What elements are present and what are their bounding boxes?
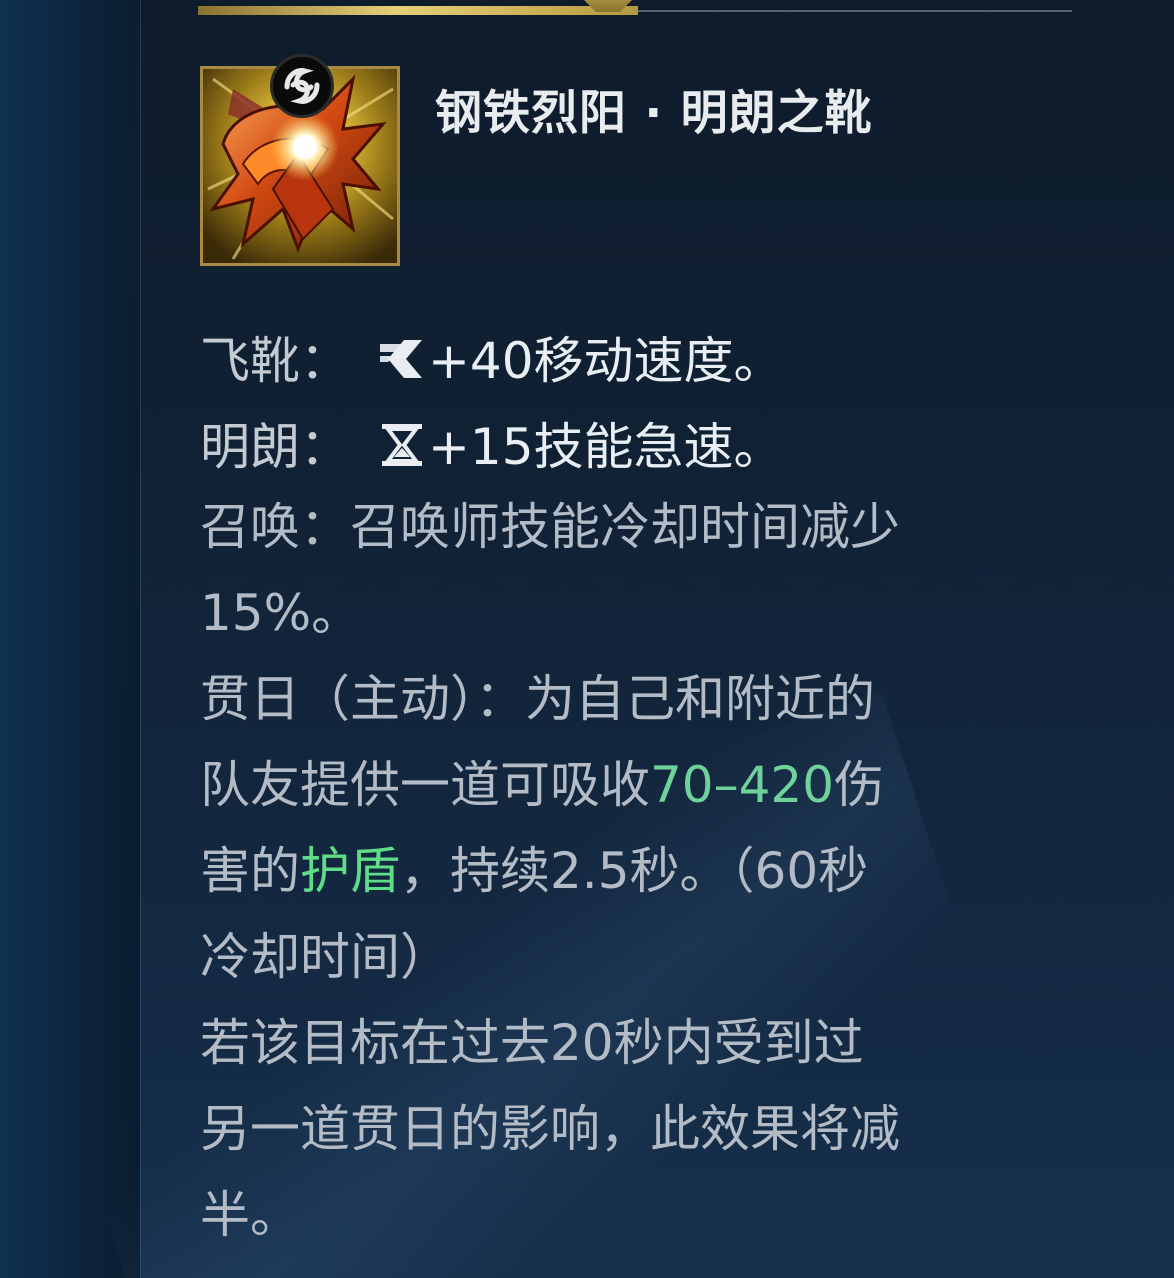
desc-text: 伤	[834, 756, 885, 814]
desc-halve-line-3: 半。	[200, 1186, 300, 1244]
stat-value: +15技能急速。	[428, 418, 784, 476]
stat-list: 飞靴： +40移动速度。 明朗： +15技能急速。	[200, 318, 1100, 490]
stat-move-speed: 飞靴： +40移动速度。	[200, 318, 1100, 404]
active-item-swirl-icon	[284, 68, 320, 104]
desc-text: 害的	[200, 842, 300, 900]
stat-value: +40移动速度。	[428, 332, 784, 390]
desc-text: 队友提供一道可吸收	[200, 756, 650, 814]
stat-label: 飞靴：	[200, 332, 350, 390]
desc-text: ，持续2.5秒。（60秒	[400, 842, 869, 900]
shield-amount-value: 70–420	[650, 756, 835, 814]
desc-halve-line-1: 若该目标在过去20秒内受到过	[200, 1014, 864, 1072]
stat-label: 明朗：	[200, 418, 350, 476]
header-divider	[638, 10, 1072, 12]
ability-haste-hourglass-icon	[382, 424, 422, 466]
move-speed-icon	[380, 340, 422, 378]
gold-header-bar	[198, 0, 638, 15]
stat-ability-haste: 明朗： +15技能急速。	[200, 404, 1100, 490]
shield-keyword: 护盾	[300, 842, 400, 900]
gold-header-ornament	[578, 0, 638, 12]
desc-active-line-1: 贯日（主动）：为自己和附近的	[200, 670, 875, 728]
item-description: 召唤：召唤师技能冷却时间减少 15%。 贯日（主动）：为自己和附近的 队友提供一…	[200, 484, 1080, 1258]
left-edge-background	[0, 0, 140, 1278]
desc-active-line-3: 害的护盾，持续2.5秒。（60秒	[200, 828, 1080, 914]
desc-active-line-2: 队友提供一道可吸收70–420伤	[200, 742, 1080, 828]
desc-summon-line-2: 15%。	[200, 584, 362, 642]
active-item-badge	[270, 54, 334, 118]
desc-active-line-4: 冷却时间）	[200, 928, 450, 986]
desc-halve-line-2: 另一道贯日的影响，此效果将减	[200, 1100, 900, 1158]
item-title: 钢铁烈阳 · 明朗之靴	[435, 86, 873, 141]
desc-summon-line-1: 召唤：召唤师技能冷却时间减少	[200, 498, 900, 556]
